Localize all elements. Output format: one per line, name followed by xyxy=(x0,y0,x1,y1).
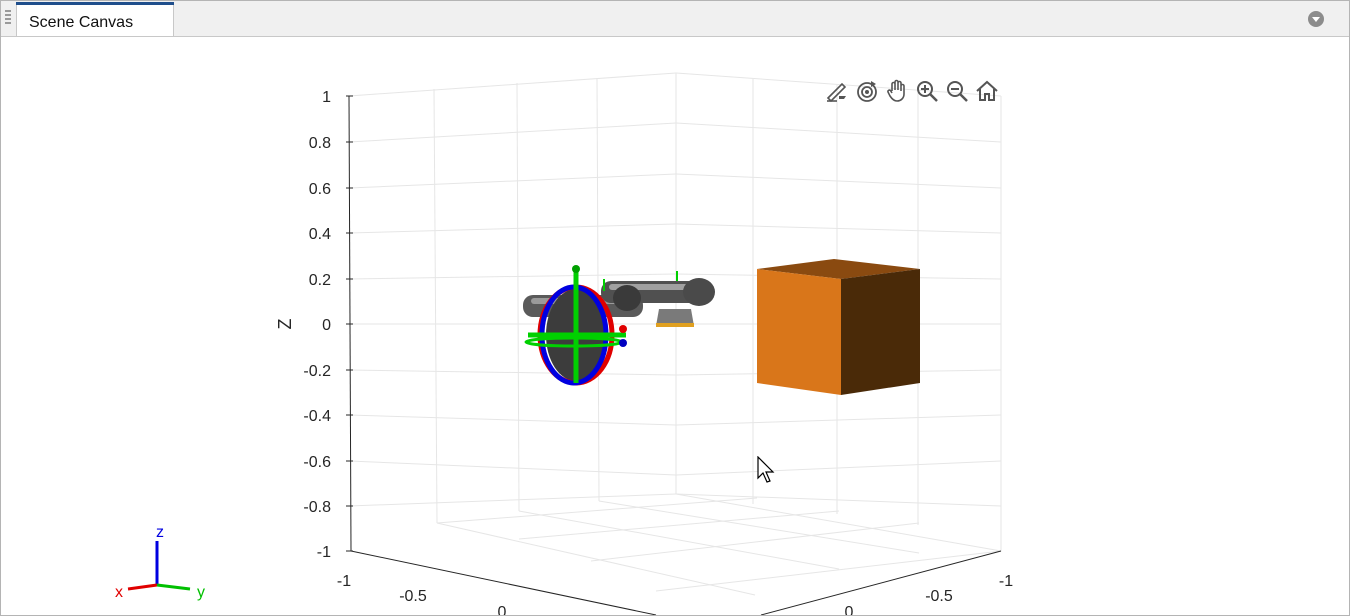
figure-window: Scene Canvas 1 0.8 0.6 0.4 0.2 0 -0.2 -0… xyxy=(0,0,1350,616)
tab-menu-chevron-icon[interactable] xyxy=(1307,10,1325,28)
x-tick-label: 0 xyxy=(498,604,507,615)
z-tick-labels: 1 0.8 0.6 0.4 0.2 0 -0.2 -0.4 -0.6 -0.8 … xyxy=(303,89,331,561)
zoom-in-icon[interactable] xyxy=(913,77,941,105)
y-tick-label: -1 xyxy=(999,573,1013,590)
z-axis xyxy=(346,95,353,552)
axes-toolbar xyxy=(823,77,1001,107)
z-tick-label: 0 xyxy=(322,317,331,334)
z-tick-label: -1 xyxy=(317,544,331,561)
tab-active-indicator xyxy=(16,2,174,5)
xy-floor-axes xyxy=(350,550,1002,615)
mouse-cursor-icon xyxy=(757,455,777,484)
triad-y-label: y xyxy=(197,584,205,601)
z-axis-label: Z xyxy=(275,319,295,330)
z-tick-label: 0.6 xyxy=(309,181,331,198)
brush-icon[interactable] xyxy=(823,77,851,105)
tab-strip: Scene Canvas xyxy=(1,1,1349,37)
x-tick-label: -0.5 xyxy=(399,588,427,605)
y-tick-label: 0 xyxy=(845,604,854,615)
z-tick-label: 1 xyxy=(322,89,331,106)
triad-z-label: z xyxy=(156,524,164,541)
marker-handle-x[interactable] xyxy=(619,325,627,333)
z-tick-label: -0.2 xyxy=(303,363,331,380)
tab-scene-canvas[interactable]: Scene Canvas xyxy=(16,2,174,36)
y-tick-label: -0.5 xyxy=(925,588,953,605)
orientation-triad: z x y xyxy=(106,519,226,609)
y-tick-labels: -1 -0.5 0 xyxy=(845,573,1014,615)
tab-title: Scene Canvas xyxy=(29,14,134,31)
triad-y-axis xyxy=(156,583,191,591)
z-tick-label: -0.4 xyxy=(303,408,331,425)
z-tick-label: 0.4 xyxy=(309,226,331,243)
marker-handle-blue[interactable] xyxy=(619,339,627,347)
z-tick-label: -0.8 xyxy=(303,499,331,516)
x-tick-labels: -1 -0.5 0 xyxy=(337,573,507,615)
scene-canvas[interactable]: 1 0.8 0.6 0.4 0.2 0 -0.2 -0.4 -0.6 -0.8 … xyxy=(1,37,1349,615)
rotate-3d-icon[interactable] xyxy=(853,77,881,105)
z-tick-label: 0.2 xyxy=(309,272,331,289)
x-tick-label: -1 xyxy=(337,573,351,590)
triad-x-label: x xyxy=(115,584,123,601)
drag-grip-icon[interactable] xyxy=(5,10,11,26)
z-tick-label: -0.6 xyxy=(303,454,331,471)
z-tick-label: 0.8 xyxy=(309,135,331,152)
zoom-out-icon[interactable] xyxy=(943,77,971,105)
triad-x-axis xyxy=(127,583,158,591)
home-icon[interactable] xyxy=(973,77,1001,105)
pan-hand-icon[interactable] xyxy=(883,77,911,105)
box-object[interactable] xyxy=(757,259,920,395)
